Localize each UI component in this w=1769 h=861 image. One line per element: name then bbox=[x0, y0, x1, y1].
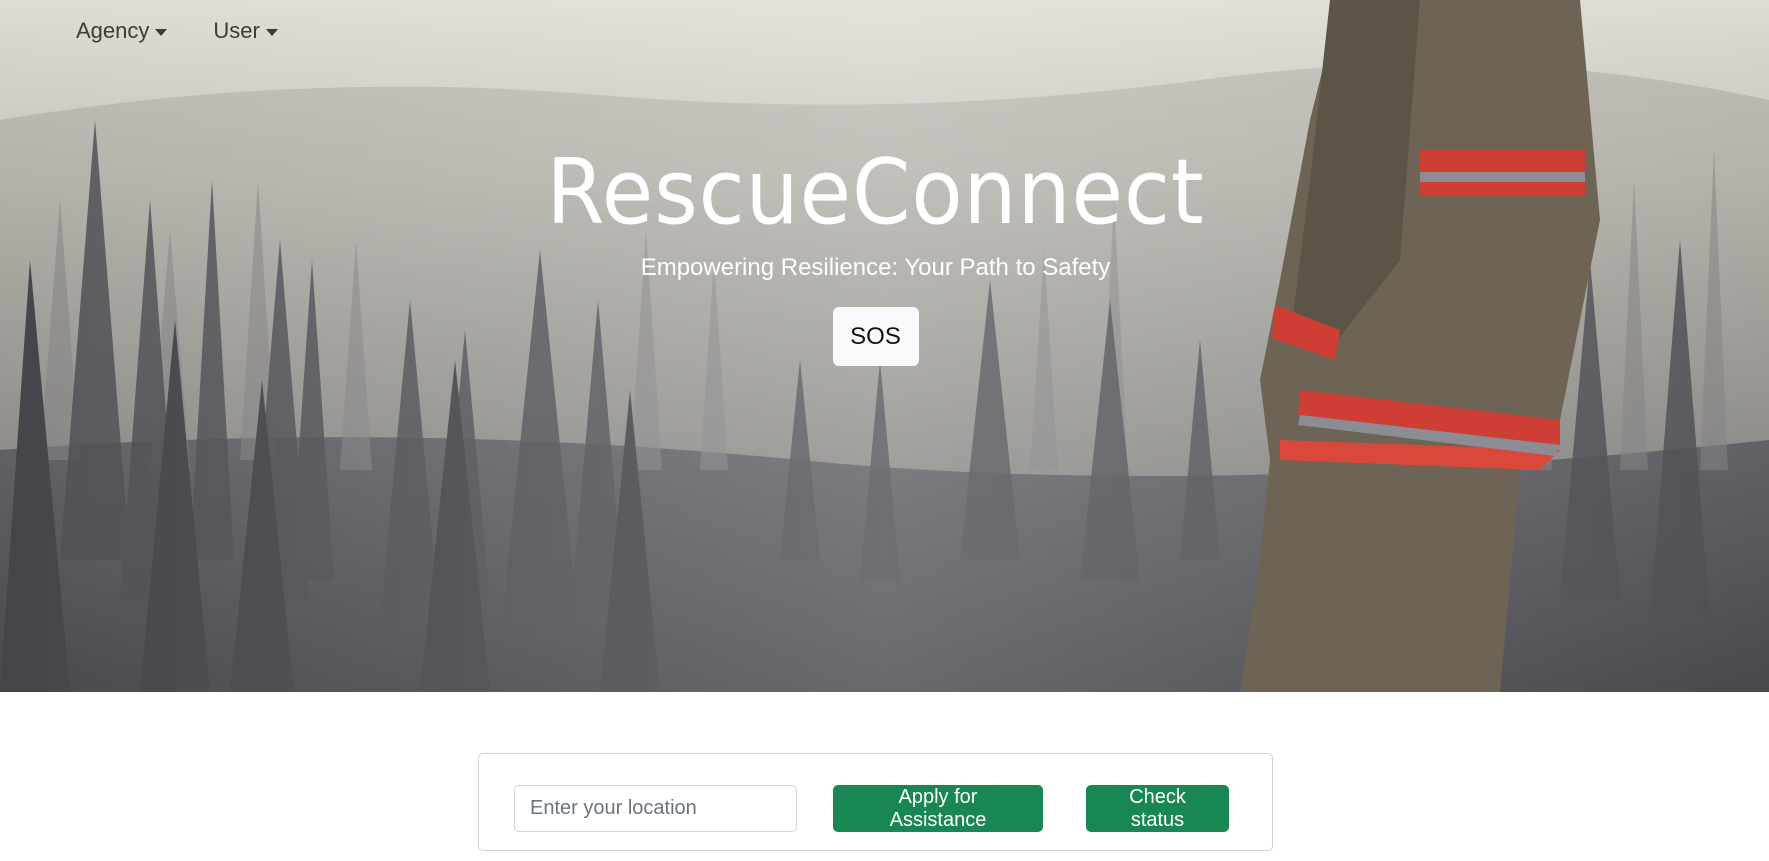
top-nav: Agency User bbox=[76, 18, 278, 44]
location-input[interactable] bbox=[514, 785, 797, 832]
hero-banner: Agency User RescueConnect Empowering Res… bbox=[0, 0, 1769, 692]
chevron-down-icon bbox=[155, 28, 168, 36]
chevron-down-icon bbox=[265, 28, 278, 36]
user-dropdown[interactable]: User bbox=[213, 18, 278, 44]
apply-for-assistance-button[interactable]: Apply for Assistance bbox=[833, 785, 1043, 832]
site-title: RescueConnect bbox=[546, 140, 1205, 245]
user-dropdown-label: User bbox=[213, 18, 260, 43]
sos-wrapper: SOS bbox=[0, 307, 1751, 366]
check-status-button[interactable]: Check status bbox=[1086, 785, 1229, 832]
sos-button[interactable]: SOS bbox=[832, 307, 919, 366]
agency-dropdown-label: Agency bbox=[76, 18, 150, 43]
hero-subtitle: Empowering Resilience: Your Path to Safe… bbox=[640, 254, 1111, 281]
agency-dropdown[interactable]: Agency bbox=[76, 18, 168, 44]
assistance-panel: Apply for Assistance Check status bbox=[478, 753, 1273, 851]
